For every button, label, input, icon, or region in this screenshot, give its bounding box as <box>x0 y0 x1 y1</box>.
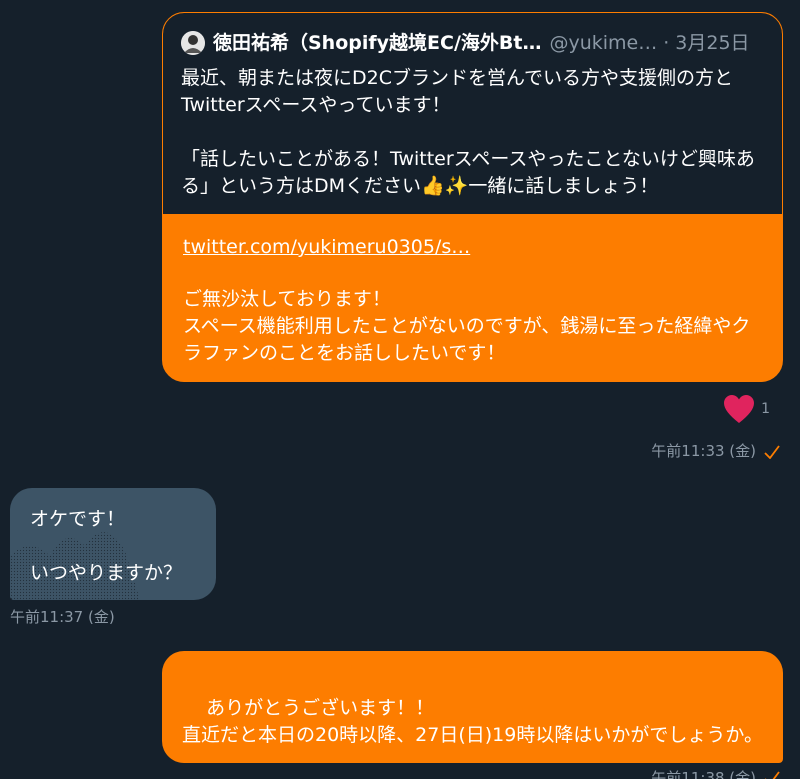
message-timestamp: 午前11:38 (金) <box>651 769 756 779</box>
received-message[interactable]: オケです！ いつやりますか？ <box>10 488 216 600</box>
check-icon <box>764 445 780 459</box>
quoted-author-name: 徳田祐希（Shopify越境EC/海外Bt… <box>213 32 542 54</box>
quoted-tweet-header: 徳田祐希（Shopify越境EC/海外Bt… @yukime… · 3月25日 <box>181 31 768 55</box>
tweet-link[interactable]: twitter.com/yukimeru0305/s… <box>183 234 470 261</box>
message-text: ありがとうございます！！ 直近だと本日の20時以降、27日(日)19時以降はいか… <box>182 697 763 746</box>
avatar[interactable] <box>181 31 205 55</box>
sent-message-with-quote[interactable]: 徳田祐希（Shopify越境EC/海外Bt… @yukime… · 3月25日 … <box>162 12 783 382</box>
message-reaction[interactable]: 1 <box>723 394 770 424</box>
quoted-author-handle: @yukime… <box>549 32 658 54</box>
heart-icon <box>724 395 755 423</box>
message-timestamp: 午前11:33 (金) <box>651 442 756 460</box>
dm-conversation: 徳田祐希（Shopify越境EC/海外Bt… @yukime… · 3月25日 … <box>0 0 800 779</box>
quoted-tweet-date[interactable]: 3月25日 <box>675 31 749 55</box>
message-text: ご無沙汰しております！ スペース機能利用したことがないのですが、銭湯に至った経緯… <box>183 288 751 364</box>
message-timestamp: 午前11:37 (金) <box>10 608 115 626</box>
reaction-count: 1 <box>761 401 770 417</box>
quoted-tweet-text: 最近、朝または夜にD2Cブランドを営んでいる方や支援側の方とTwitterスペー… <box>181 67 755 197</box>
check-icon <box>765 771 780 779</box>
separator-dot: · <box>663 32 670 54</box>
sent-message[interactable]: ありがとうございます！！ 直近だと本日の20時以降、27日(日)19時以降はいか… <box>162 651 783 763</box>
message-text: オケです！ いつやりますか？ <box>30 508 183 584</box>
message-body: twitter.com/yukimeru0305/s… ご無沙汰しております！ … <box>163 214 782 381</box>
avatar-image <box>181 31 205 55</box>
quoted-tweet-card[interactable]: 徳田祐希（Shopify越境EC/海外Bt… @yukime… · 3月25日 … <box>163 13 782 214</box>
